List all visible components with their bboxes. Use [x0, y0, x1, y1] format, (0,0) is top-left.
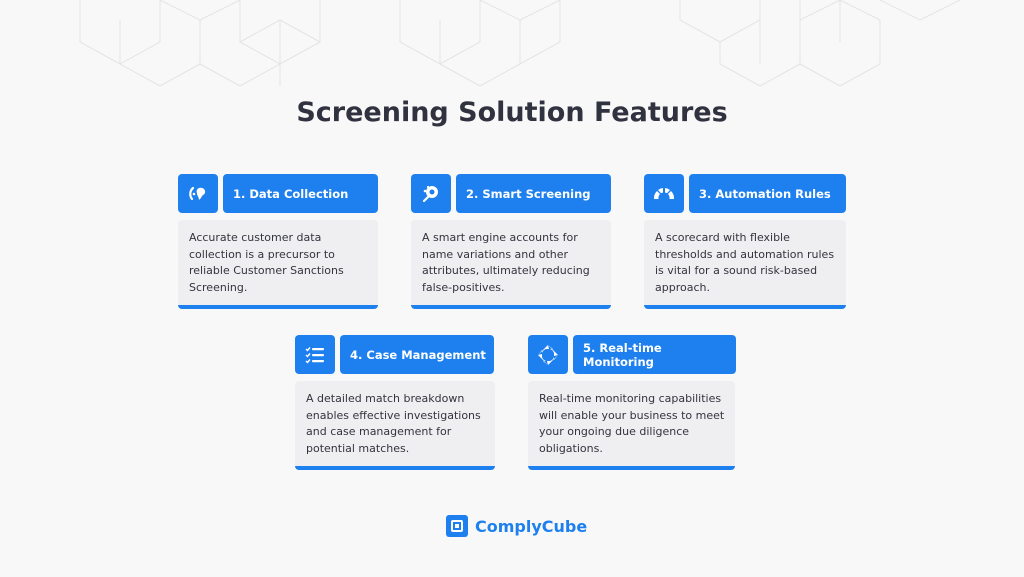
feature-label: 3. Automation Rules — [689, 174, 846, 213]
complycube-logo-icon — [446, 515, 468, 537]
feature-icon-box — [411, 174, 451, 213]
hexagon-background-pattern — [79, 0, 961, 87]
brand-name: ComplyCube — [475, 516, 588, 536]
feature-icon-box — [295, 335, 335, 374]
feature-icon-box — [178, 174, 218, 213]
gauge-icon — [653, 187, 675, 199]
feature-label: 4. Case Management — [340, 335, 494, 374]
cycle-arrows-icon — [538, 344, 558, 365]
feature-description: A detailed match breakdown enables effec… — [295, 381, 495, 470]
checklist-icon — [305, 346, 324, 364]
feature-label: 2. Smart Screening — [456, 174, 611, 213]
feature-description: Accurate customer data collection is a p… — [178, 220, 378, 309]
page-title: Screening Solution Features — [296, 97, 728, 128]
feature-description: Real-time monitoring capabilities will e… — [528, 381, 735, 470]
feature-icon-box — [528, 335, 568, 374]
complycube-logo: ComplyCube — [446, 515, 587, 537]
smart-engine-icon — [422, 185, 438, 202]
globe-icon — [189, 186, 206, 200]
feature-label: 5. Real-time Monitoring — [573, 335, 736, 374]
feature-description: A smart engine accounts for name variati… — [411, 220, 611, 309]
feature-icon-box — [644, 174, 684, 213]
feature-description: A scorecard with flexible thresholds and… — [644, 220, 846, 309]
feature-label: 1. Data Collection — [223, 174, 378, 213]
